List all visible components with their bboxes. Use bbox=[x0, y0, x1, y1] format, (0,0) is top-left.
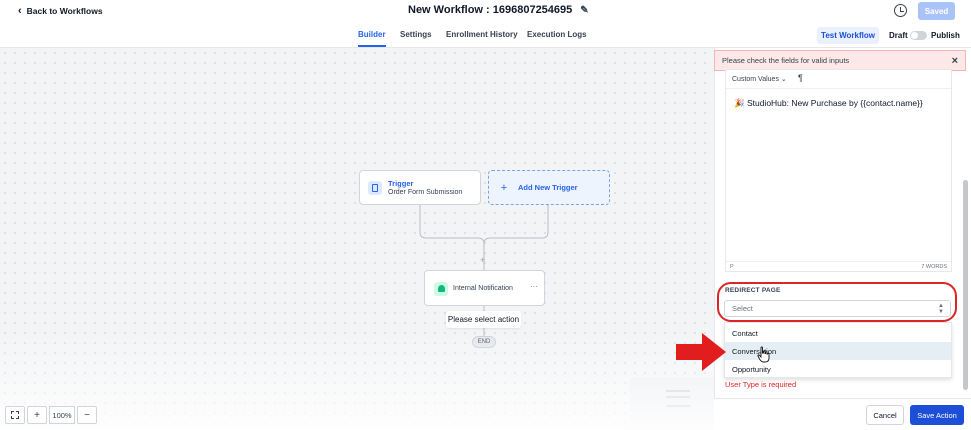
action-node-label: Internal Notification bbox=[453, 285, 513, 292]
zoom-in-button[interactable]: + bbox=[27, 406, 47, 424]
zoom-out-button[interactable]: − bbox=[77, 406, 97, 424]
message-editor[interactable]: Custom Values ⌄ ¶ 🎉 StudioHub: New Purch… bbox=[725, 69, 952, 272]
word-count: 7 WORDS bbox=[921, 264, 947, 270]
validation-alert: Please check the fields for valid inputs… bbox=[714, 50, 966, 71]
save-action-button[interactable]: Save Action bbox=[910, 405, 964, 425]
publish-label: Publish bbox=[931, 31, 960, 40]
test-workflow-button[interactable]: Test Workflow bbox=[817, 27, 879, 44]
clipboard-icon bbox=[368, 181, 382, 195]
custom-values-dropdown[interactable]: Custom Values ⌄ bbox=[732, 75, 787, 83]
canvas-connectors bbox=[419, 205, 549, 336]
add-trigger-label: Add New Trigger bbox=[518, 183, 578, 192]
close-icon[interactable]: × bbox=[952, 55, 958, 67]
more-options-icon[interactable]: ··· bbox=[530, 282, 538, 291]
select-action-button[interactable]: Please select action bbox=[446, 311, 521, 328]
trigger-title: Trigger bbox=[388, 179, 414, 188]
minimap[interactable] bbox=[630, 378, 714, 430]
editor-content[interactable]: 🎉 StudioHub: New Purchase by {{contact.n… bbox=[734, 98, 923, 109]
chevron-down-icon: ⌄ bbox=[780, 76, 787, 83]
user-type-error: User Type is required bbox=[725, 380, 797, 389]
paragraph-icon[interactable]: ¶ bbox=[798, 73, 803, 83]
internal-notification-node[interactable]: Internal Notification ··· bbox=[424, 270, 545, 306]
cancel-button[interactable]: Cancel bbox=[866, 405, 904, 425]
add-step-plus-icon[interactable]: + bbox=[480, 255, 485, 265]
trigger-subtitle: Order Form Submission bbox=[388, 189, 463, 196]
history-icon[interactable] bbox=[894, 4, 907, 17]
alert-text: Please check the fields for valid inputs bbox=[722, 56, 850, 65]
editor-footer: P 7 WORDS bbox=[726, 261, 951, 271]
fit-view-icon bbox=[11, 411, 19, 419]
fit-view-button[interactable] bbox=[5, 406, 25, 424]
option-contact[interactable]: Contact bbox=[725, 324, 951, 342]
draft-label: Draft bbox=[889, 31, 908, 40]
editor-toolbar: Custom Values ⌄ ¶ bbox=[726, 70, 951, 89]
bell-icon bbox=[434, 282, 448, 296]
panel-scrollbar[interactable] bbox=[963, 180, 968, 390]
hand-cursor-icon bbox=[757, 346, 770, 363]
zoom-level: 100% bbox=[49, 406, 75, 424]
add-new-trigger-button[interactable]: + Add New Trigger bbox=[488, 170, 610, 205]
redirect-select-value: Select bbox=[732, 304, 753, 313]
select-arrows-icon: ▲ ▼ bbox=[938, 303, 944, 315]
publish-toggle[interactable] bbox=[910, 31, 927, 40]
saved-button[interactable]: Saved bbox=[918, 2, 955, 20]
custom-values-label: Custom Values bbox=[732, 76, 779, 83]
redirect-page-select[interactable]: Select ▲ ▼ bbox=[724, 300, 951, 317]
trigger-node[interactable]: Trigger Order Form Submission bbox=[359, 170, 481, 205]
paragraph-tag: P bbox=[730, 264, 734, 270]
plus-icon: + bbox=[500, 182, 508, 194]
zoom-controls: + 100% − bbox=[5, 406, 97, 424]
end-node: END bbox=[472, 336, 496, 348]
redirect-page-label: REDIRECT PAGE bbox=[725, 287, 781, 294]
annotation-arrow-icon bbox=[676, 333, 726, 371]
